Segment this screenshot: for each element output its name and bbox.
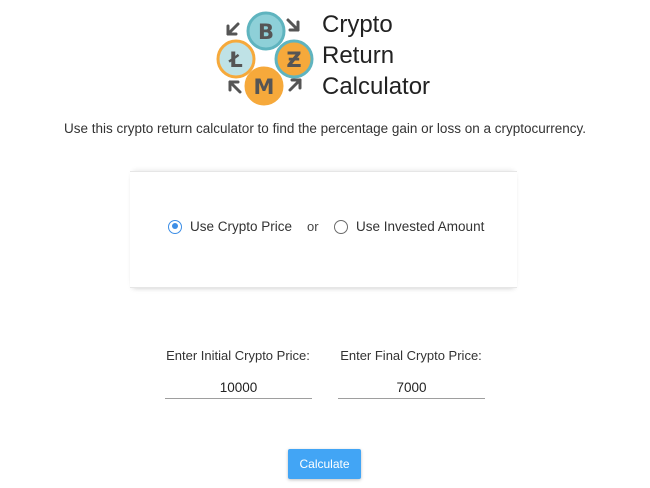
monero-symbol: M <box>254 75 275 99</box>
calculate-button[interactable]: Calculate <box>288 449 361 479</box>
litecoin-symbol: Ł <box>228 48 242 72</box>
header: B Ł Ƶ M Crypto Return Calculator <box>214 6 454 108</box>
page-title: Crypto Return Calculator <box>322 9 430 102</box>
use-invested-amount-label: Use Invested Amount <box>356 219 485 234</box>
use-crypto-price-label: Use Crypto Price <box>190 219 293 234</box>
or-separator: or <box>307 219 319 234</box>
page-title-line-2: Return <box>322 42 395 69</box>
use-invested-amount-radio[interactable] <box>334 219 348 234</box>
page-title-line-1: Crypto <box>322 11 393 38</box>
initial-price-input[interactable] <box>165 376 312 399</box>
final-price-input[interactable] <box>338 376 485 399</box>
bitcoin-symbol: B <box>258 20 274 44</box>
page-title-line-3: Calculator <box>322 73 431 100</box>
use-crypto-price-radio[interactable] <box>168 219 182 234</box>
crypto-coins-logo-icon: B Ł Ƶ M <box>216 11 314 106</box>
use-invested-amount-option[interactable]: Use Invested Amount <box>334 219 484 234</box>
intro-text: Use this crypto return calculator to fin… <box>63 121 586 136</box>
mode-selector-panel: Use Crypto Price or Use Invested Amount <box>130 171 517 288</box>
zcash-symbol: Ƶ <box>286 48 301 72</box>
final-price-label: Enter Final Crypto Price: <box>340 348 482 363</box>
initial-price-label: Enter Initial Crypto Price: <box>166 348 310 363</box>
use-crypto-price-option[interactable]: Use Crypto Price <box>168 219 292 234</box>
